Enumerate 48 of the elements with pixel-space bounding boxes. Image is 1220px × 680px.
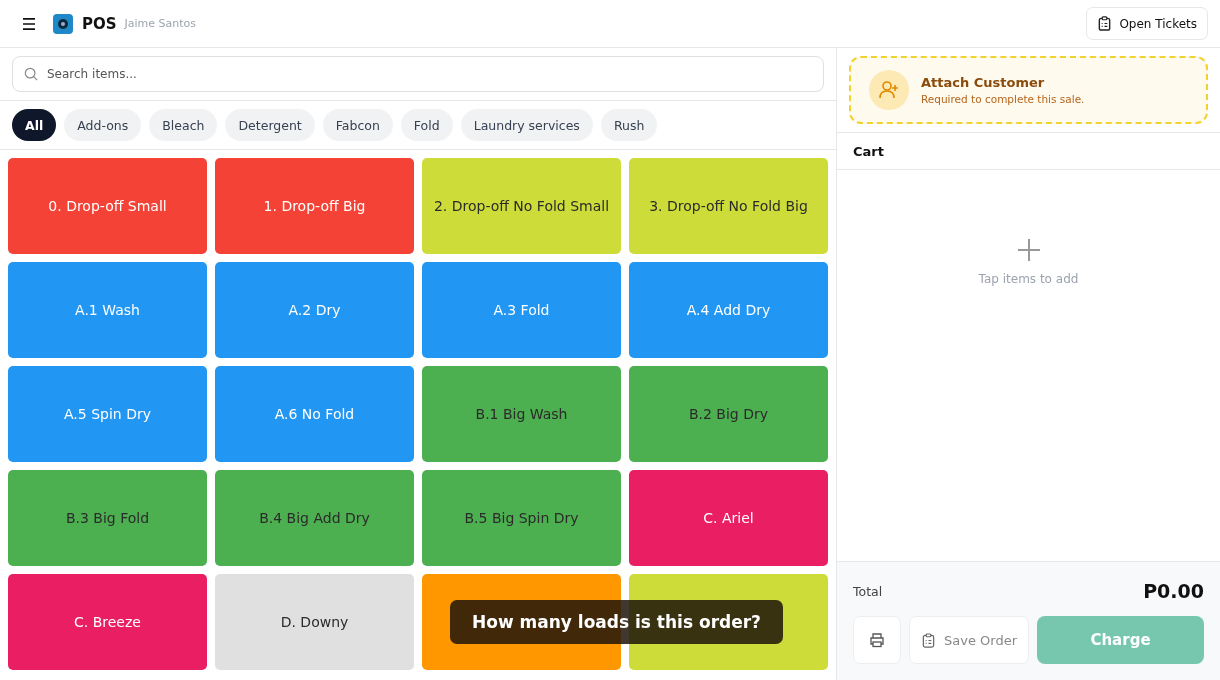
plus-icon (1016, 238, 1041, 262)
category-tab[interactable]: Fabcon (322, 109, 393, 141)
customer-subtitle: Required to complete this sale. (921, 93, 1085, 105)
category-tab[interactable]: Bleach (149, 109, 218, 141)
category-tab[interactable]: All (12, 109, 57, 141)
total-label: Total (853, 583, 883, 599)
category-tab[interactable]: Add-ons (64, 109, 142, 141)
item-tile[interactable]: B.2 Big Dry (629, 366, 828, 462)
app-title: POS (82, 14, 117, 33)
item-tile[interactable]: B.3 Big Fold (8, 470, 207, 566)
customer-title: Attach Customer (921, 75, 1046, 90)
item-tile[interactable]: 1. Drop-off Big (215, 158, 414, 254)
search-field[interactable]: Search items... (12, 56, 824, 92)
empty-cart-hint: Tap items to add (978, 272, 1079, 286)
item-tile[interactable]: A.4 Add Dry (629, 262, 828, 358)
category-tab[interactable]: Rush (600, 109, 658, 141)
attach-customer-card[interactable]: Attach Customer Required to complete this sale. (849, 56, 1208, 124)
item-tile[interactable]: C. Breeze (8, 574, 207, 670)
total-amount: P0.00 (1143, 580, 1204, 602)
item-tile[interactable]: A.2 Dry (215, 262, 414, 358)
open-tickets-button[interactable]: Open Tickets (1086, 7, 1208, 40)
item-tile[interactable]: A.5 Spin Dry (8, 366, 207, 462)
logo-icon (53, 13, 73, 34)
category-tab[interactable]: Laundry services (460, 109, 593, 141)
item-tile[interactable]: B.1 Big Wash (422, 366, 621, 462)
add-user-icon (869, 70, 909, 110)
item-tile[interactable]: C. Ariel (629, 470, 828, 566)
save-order-button[interactable]: Save Order (909, 616, 1029, 664)
clipboard-icon (921, 632, 936, 648)
cart-title: Cart (853, 143, 884, 159)
item-tile[interactable]: A.1 Wash (8, 262, 207, 358)
item-tile[interactable]: B.5 Big Spin Dry (422, 470, 621, 566)
item-tile[interactable]: A.3 Fold (422, 262, 621, 358)
category-tab[interactable]: Detergent (225, 109, 315, 141)
user-name: Jaime Santos (124, 17, 197, 30)
category-tab[interactable]: Fold (400, 109, 453, 141)
item-tile[interactable]: 3. Drop-off No Fold Big (629, 158, 828, 254)
menu-icon[interactable] (22, 17, 36, 30)
item-tile[interactable]: 0. Drop-off Small (8, 158, 207, 254)
item-tile[interactable]: A.6 No Fold (215, 366, 414, 462)
search-icon (24, 67, 38, 81)
clipboard-icon (1097, 16, 1113, 31)
item-tile[interactable]: D. Downy (215, 574, 414, 670)
print-button[interactable] (853, 616, 901, 664)
toast-message: How many loads is this order? (450, 600, 783, 644)
item-tile[interactable]: 2. Drop-off No Fold Small (422, 158, 621, 254)
item-tile[interactable]: B.4 Big Add Dry (215, 470, 414, 566)
printer-icon (869, 632, 885, 648)
